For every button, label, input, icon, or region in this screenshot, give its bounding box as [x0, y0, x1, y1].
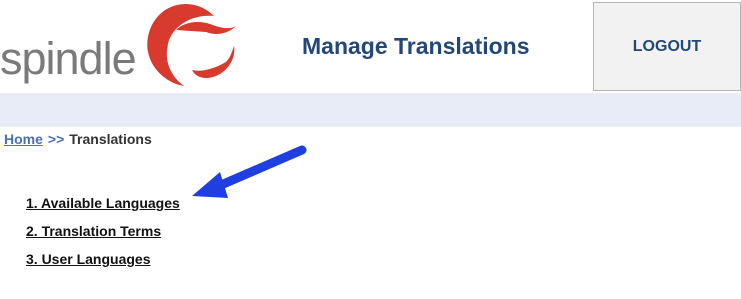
- breadcrumb-home-link[interactable]: Home: [4, 131, 43, 147]
- user-languages-link[interactable]: 3. User Languages: [26, 245, 180, 273]
- nav-band: [0, 93, 741, 127]
- available-languages-link[interactable]: 1. Available Languages: [26, 189, 180, 217]
- spindle-logo[interactable]: spindle: [0, 0, 250, 93]
- header: spindle Manage Translations LOGOUT: [0, 0, 741, 93]
- logout-button[interactable]: LOGOUT: [593, 2, 741, 91]
- blue-arrow-icon: [192, 145, 307, 198]
- translation-terms-link[interactable]: 2. Translation Terms: [26, 217, 180, 245]
- spindle-swirl-icon: [147, 4, 236, 86]
- breadcrumb-separator: >>: [47, 131, 65, 147]
- page-title: Manage Translations: [302, 33, 530, 59]
- breadcrumb-current: Translations: [69, 131, 152, 147]
- breadcrumb: Home >> Translations: [4, 131, 152, 147]
- translation-menu: 1. Available Languages 2. Translation Te…: [26, 189, 180, 273]
- logo-wordmark: spindle: [0, 33, 137, 84]
